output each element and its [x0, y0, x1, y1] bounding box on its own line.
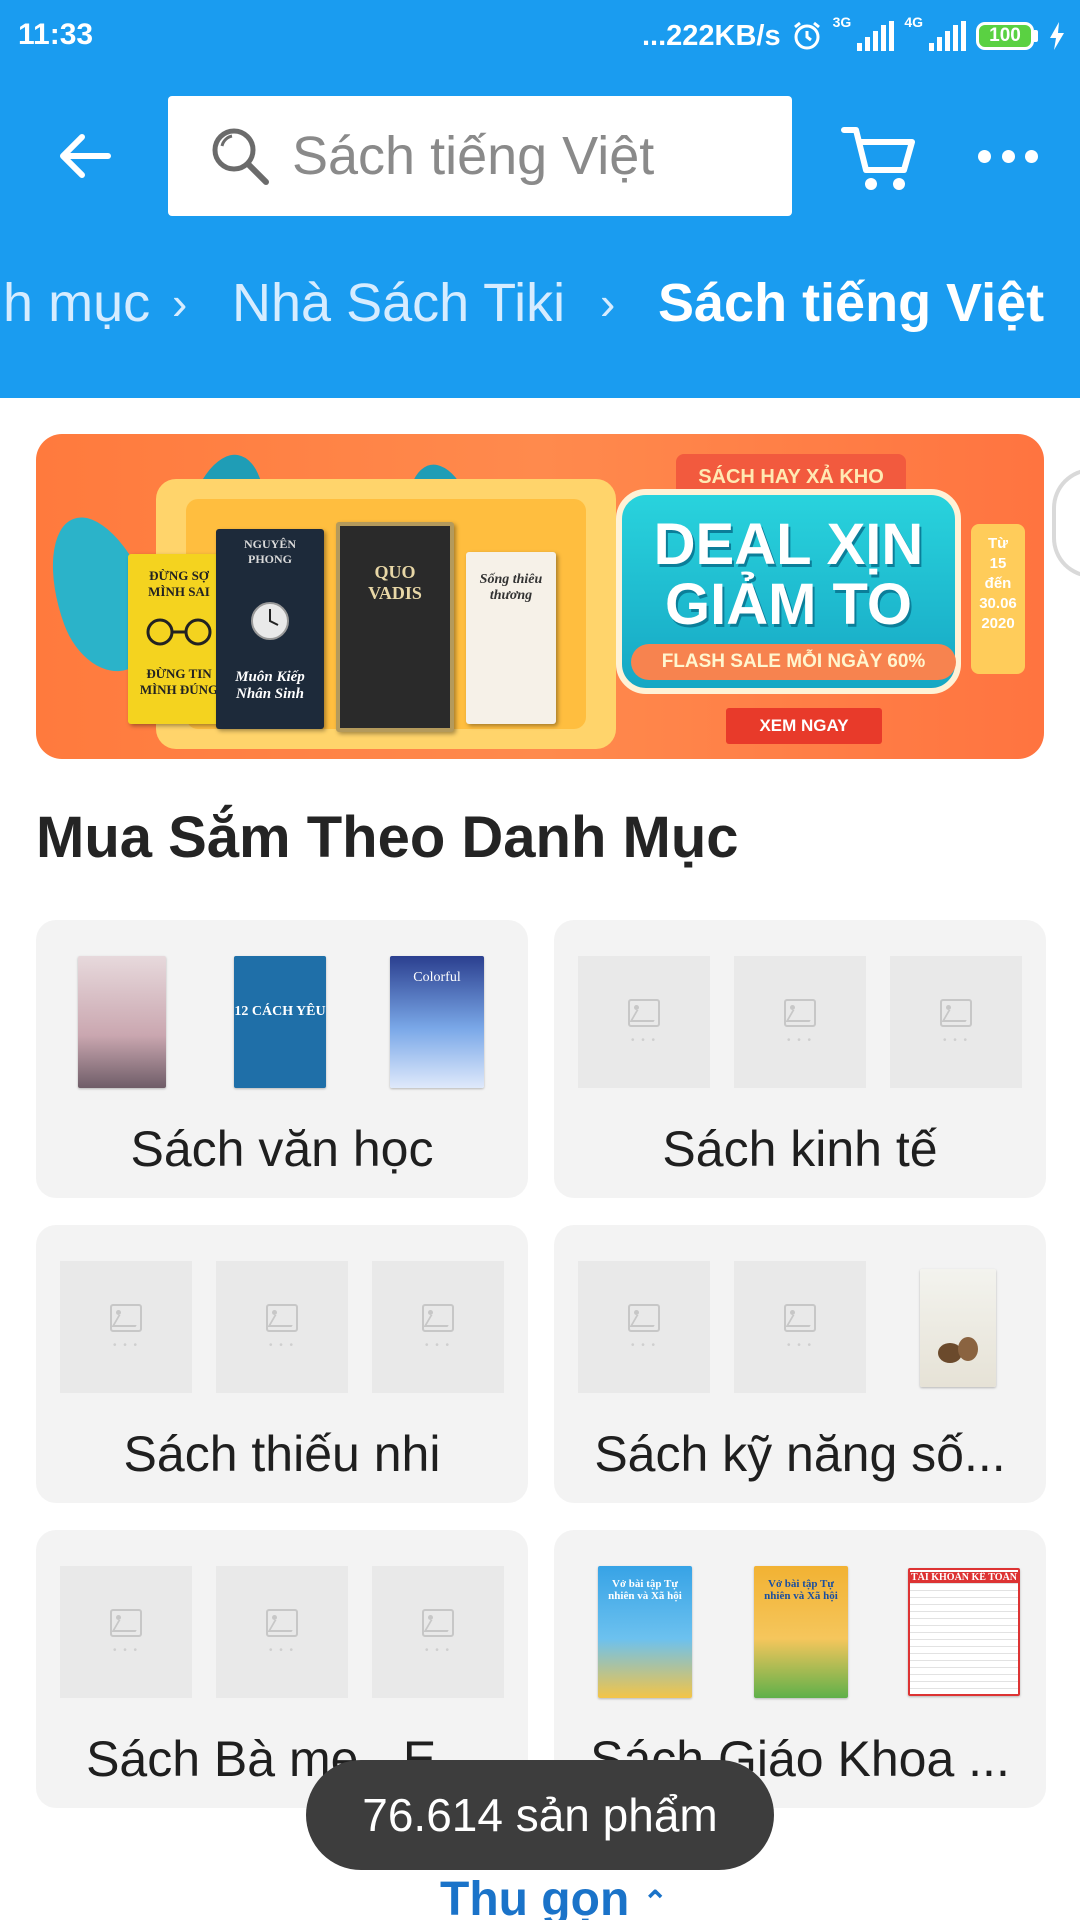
book-cover: 12 CÁCH YÊU [234, 956, 326, 1088]
charging-icon [1050, 22, 1064, 50]
image-placeholder-icon: • • • [734, 1261, 866, 1393]
image-placeholder-icon: • • • [734, 956, 866, 1088]
image-placeholder-icon: • • • [578, 956, 710, 1088]
image-placeholder-icon: • • • [216, 1566, 348, 1698]
section-title: Mua Sắm Theo Danh Mục [36, 805, 739, 870]
category-label: Sách thiếu nhi [123, 1426, 441, 1482]
book-cover: TÀI KHOẢN KẾ TOÁN [908, 1568, 1020, 1696]
chevron-right-icon: › [172, 277, 188, 329]
clock-icon [251, 602, 289, 640]
battery-icon: 100 [976, 22, 1038, 50]
more-icon[interactable] [978, 134, 1038, 178]
search-placeholder: Sách tiếng Việt [292, 126, 655, 186]
status-right: ...222KB/s 3G 4G 100 [642, 14, 1066, 58]
product-count-toast: 76.614 sản phẩm [306, 1760, 774, 1870]
banner-headline-1: DEAL XỊN [653, 512, 924, 577]
category-label: Sách kỹ năng số... [594, 1426, 1006, 1482]
status-bar: 11:33 ...222KB/s 3G 4G 100 [0, 0, 1080, 72]
signal-icon [857, 21, 895, 51]
book-cover: Colorful [390, 956, 484, 1088]
cart-icon [841, 127, 915, 190]
alarm-icon [793, 21, 820, 50]
flash-sale-label: FLASH SALE MỖI NGÀY 60% [631, 644, 956, 680]
book-cover: Vở bài tập Tự nhiên và Xã hội [754, 1566, 848, 1698]
book-cover: Sống thiêu thương [466, 552, 556, 724]
breadcrumb-item-tiki-bookstore[interactable]: Nhà Sách Tiki [232, 272, 565, 334]
net-label-1: 3G [832, 14, 852, 30]
banner-headline-2: GIẢM TO [664, 572, 913, 637]
category-card-economics[interactable]: • • • • • • • • • Sách kinh tế [554, 920, 1046, 1198]
signal-icon-2 [929, 21, 966, 51]
banner-cta-button[interactable]: XEM NGAY [726, 708, 882, 744]
battery-level: 100 [976, 22, 1034, 50]
cart-button[interactable] [838, 116, 918, 196]
book-cover [920, 1269, 996, 1387]
category-card-literature[interactable]: 12 CÁCH YÊU Colorful Sách văn học [36, 920, 528, 1198]
search-icon [208, 124, 272, 188]
category-label: Sách văn học [130, 1121, 434, 1177]
collapse-label: Thu gọn [440, 1873, 630, 1920]
book-cover: NGUYÊN PHONG Muôn Kiếp Nhân Sinh [216, 529, 324, 729]
app-screen: 11:33 ...222KB/s 3G 4G 100 Sách tiếng Vi… [0, 0, 1080, 1920]
image-placeholder-icon: • • • [60, 1261, 192, 1393]
date-badge: Từ 15 đến 30.06 2020 [971, 524, 1025, 674]
breadcrumb-item-categories[interactable]: Danh mục [0, 272, 150, 334]
category-card-life-skills[interactable]: • • • • • • Sách kỹ năng số... [554, 1225, 1046, 1503]
book-cover [78, 956, 166, 1088]
book-cover: ĐỪNG SỢ MÌNH SAI ĐỪNG TIN MÌNH ĐÚNG [128, 554, 230, 724]
search-input[interactable]: Sách tiếng Việt [168, 96, 792, 216]
header: 11:33 ...222KB/s 3G 4G 100 Sách tiếng Vi… [0, 0, 1080, 398]
category-card-children[interactable]: • • • • • • • • • Sách thiếu nhi [36, 1225, 528, 1503]
image-placeholder-icon: • • • [890, 956, 1022, 1088]
breadcrumb-item-vietnamese-books: Sách tiếng Việt [658, 273, 1045, 333]
image-placeholder-icon: • • • [578, 1261, 710, 1393]
back-button[interactable] [46, 118, 122, 194]
book-cover: QUO VADIS [336, 522, 454, 732]
back-arrow-icon [60, 134, 111, 178]
toolbar: Sách tiếng Việt [0, 96, 1080, 216]
category-label: Sách kinh tế [662, 1121, 938, 1177]
promo-banner[interactable]: ĐỪNG SỢ MÌNH SAI ĐỪNG TIN MÌNH ĐÚNG NGUY… [36, 434, 1044, 759]
collapse-button[interactable]: Thu gọn ⌃ [440, 1872, 668, 1920]
chevron-up-icon: ⌃ [642, 1885, 668, 1919]
chevron-right-icon: › [600, 277, 616, 329]
image-placeholder-icon: • • • [216, 1261, 348, 1393]
net-label-2: 4G [904, 14, 923, 30]
image-placeholder-icon: • • • [372, 1261, 504, 1393]
image-placeholder-icon: • • • [372, 1566, 504, 1698]
network-speed: ...222KB/s [641, 19, 781, 52]
image-placeholder-icon: • • • [60, 1566, 192, 1698]
book-cover: Vở bài tập Tự nhiên và Xã hội [598, 1566, 692, 1698]
carousel-next-hint[interactable] [1052, 468, 1080, 578]
status-time: 11:33 [18, 18, 94, 51]
glasses-icon [146, 618, 212, 646]
